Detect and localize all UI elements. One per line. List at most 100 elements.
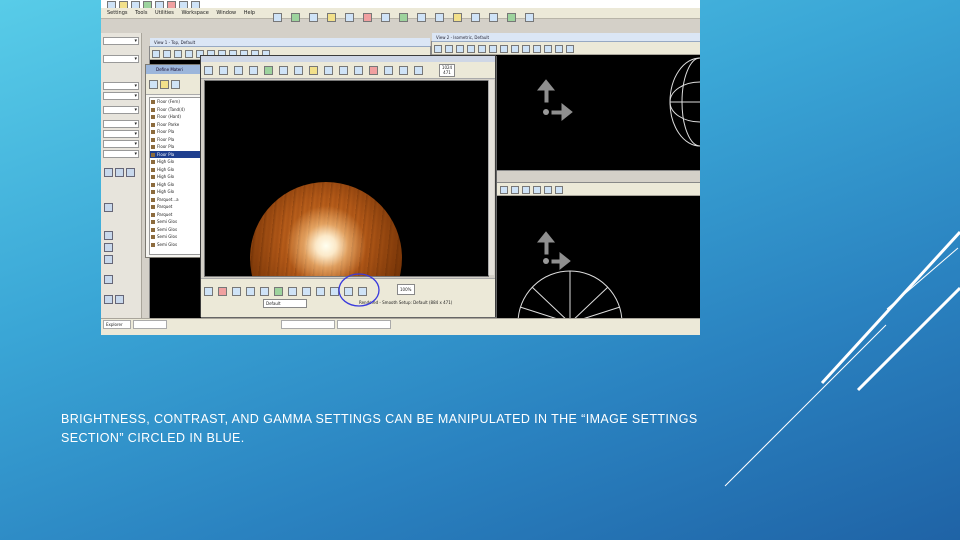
tool-icon[interactable] (104, 231, 113, 240)
dropdown[interactable]: ▾ (103, 82, 139, 90)
menu-item[interactable]: Workspace (181, 10, 208, 16)
material-list-item[interactable]: Floor Parke (150, 121, 200, 129)
toolbar-icon[interactable] (345, 13, 354, 22)
tool-icon[interactable] (126, 168, 135, 177)
dropdown[interactable]: ▾ (103, 37, 139, 45)
material-swatch-icon (151, 167, 155, 172)
material-list-item[interactable]: Semi Glos (150, 218, 200, 226)
preview-toolbar: 1024 471 (201, 62, 495, 79)
material-swatch-icon (151, 175, 155, 179)
dropdown[interactable]: ▾ (103, 150, 139, 158)
toolbar-icon[interactable] (399, 13, 408, 22)
material-list-item[interactable]: Floor (Hard) (150, 113, 200, 121)
save-icon[interactable] (171, 80, 180, 89)
toolbar-icon[interactable] (324, 66, 333, 75)
toolbar-icon[interactable] (234, 66, 243, 75)
toolbar-icon[interactable] (525, 13, 534, 22)
material-list-item[interactable]: Semi Glos (150, 233, 200, 241)
toolbar-icon[interactable] (232, 287, 241, 296)
material-list-item[interactable]: Floor Pla (150, 150, 200, 158)
material-list-item[interactable]: High Glo (150, 173, 200, 181)
toolbar-icon[interactable] (316, 287, 325, 296)
toolbar-icon[interactable] (489, 13, 498, 22)
dropdown[interactable]: ▾ (103, 55, 139, 63)
dropdown[interactable]: ▾ (103, 130, 139, 138)
tool-icon[interactable] (104, 295, 113, 304)
dropdown[interactable]: ▾ (103, 140, 139, 148)
toolbar-icon[interactable] (246, 287, 255, 296)
tool-icon[interactable] (115, 295, 124, 304)
menu-item[interactable]: Window (216, 10, 236, 16)
material-list-item[interactable]: Floor Pla (150, 136, 200, 144)
menu-item[interactable]: Tools (135, 10, 147, 16)
material-list-item[interactable]: High Glo (150, 188, 200, 196)
explorer-tab[interactable]: Explorer (103, 320, 131, 329)
toolbar-icon[interactable] (453, 13, 462, 22)
material-list-item[interactable]: Floor (Tand(4) (150, 106, 200, 114)
dropdown[interactable]: ▾ (103, 92, 139, 100)
material-name: High Glo (157, 166, 175, 172)
toolbar-icon[interactable] (274, 287, 283, 296)
material-list-item[interactable]: Semi Glos (150, 241, 200, 249)
toolbar-icon[interactable] (204, 66, 213, 75)
setup-combo[interactable]: Default (263, 299, 307, 308)
tool-icon[interactable] (104, 203, 113, 212)
material-list-item[interactable]: High Glo (150, 181, 200, 189)
material-name: High Glo (157, 189, 175, 194)
new-icon[interactable] (160, 80, 169, 89)
material-list-item[interactable]: Parquet (150, 211, 200, 219)
zoom-percent-field[interactable]: 100% (397, 284, 415, 295)
tool-icon[interactable] (104, 255, 113, 264)
material-name: Parquet...a (157, 196, 179, 202)
folder-icon[interactable] (149, 80, 158, 89)
toolbar-icon[interactable] (339, 66, 348, 75)
toolbar-icon[interactable] (219, 66, 228, 75)
toolbar-icon[interactable] (273, 13, 282, 22)
material-list[interactable]: Floor (Fern) Floor (Tand(4) Floor (Hard) Fl… (149, 97, 201, 255)
toolbar-icon[interactable] (354, 66, 363, 75)
toolbar-icon[interactable] (264, 66, 273, 75)
menu-item[interactable]: Settings (107, 10, 128, 16)
material-list-item[interactable]: Semi Glos (150, 226, 200, 234)
toolbar-icon[interactable] (279, 66, 288, 75)
material-list-item[interactable]: Floor (Fern) (150, 98, 200, 106)
toolbar-icon[interactable] (471, 13, 480, 22)
material-list-item[interactable]: High Glo (150, 166, 200, 174)
menu-item[interactable]: Help (244, 10, 255, 16)
dropdown[interactable]: ▾ (103, 120, 139, 128)
dropdown[interactable]: ▾ (103, 106, 139, 114)
tool-icon[interactable] (104, 275, 113, 284)
resolution-field[interactable]: 1024 471 (439, 64, 455, 77)
material-list-item[interactable]: Parquet (150, 203, 200, 211)
toolbar-icon[interactable] (507, 13, 516, 22)
toolbar-icon[interactable] (435, 13, 444, 22)
material-list-item[interactable]: Floor Pla (150, 128, 200, 136)
toolbar-icon[interactable] (381, 13, 390, 22)
material-list-item[interactable]: High Glo (150, 158, 200, 166)
toolbar-icon[interactable] (204, 287, 213, 296)
toolbar-icon[interactable] (218, 287, 227, 296)
toolbar-icon[interactable] (417, 13, 426, 22)
toolbar-icon[interactable] (327, 13, 336, 22)
preview-scrollbar[interactable] (488, 80, 494, 275)
toolbar-icon[interactable] (414, 66, 423, 75)
toolbar-icon[interactable] (291, 13, 300, 22)
toolbar-icon[interactable] (363, 13, 372, 22)
tool-icon[interactable] (104, 168, 113, 177)
toolbar-icon[interactable] (249, 66, 258, 75)
toolbar-icon[interactable] (302, 287, 311, 296)
tool-icon[interactable] (104, 243, 113, 252)
toolbar-icon[interactable] (399, 66, 408, 75)
toolbar-icon[interactable] (309, 66, 318, 75)
toolbar-icon[interactable] (288, 287, 297, 296)
toolbar-icon[interactable] (260, 287, 269, 296)
material-list-item[interactable]: Floor Pla (150, 143, 200, 151)
toolbar-icon[interactable] (309, 13, 318, 22)
toolbar-icon[interactable] (369, 66, 378, 75)
tool-icon[interactable] (115, 168, 124, 177)
menu-item[interactable]: Utilities (155, 10, 174, 16)
toolbar-icon[interactable] (294, 66, 303, 75)
material-list-item[interactable]: Parquet...a (150, 196, 200, 204)
toolbar-icon[interactable] (384, 66, 393, 75)
material-swatch-icon (151, 205, 155, 209)
